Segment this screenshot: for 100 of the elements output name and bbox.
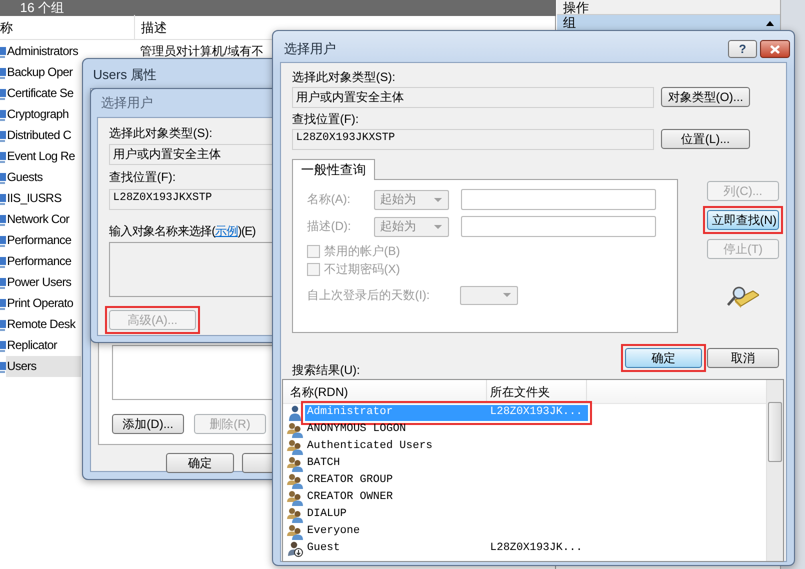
result-row[interactable]: CREATOR GROUP bbox=[305, 472, 588, 488]
field-label: 输入对象名称来选择(示例)(E) bbox=[109, 224, 256, 238]
magnifier-icon bbox=[727, 286, 759, 308]
group-icon bbox=[0, 150, 6, 164]
query-input[interactable] bbox=[461, 216, 656, 237]
group-name[interactable]: Print Operato bbox=[6, 293, 81, 314]
field-label: 查找位置(F): bbox=[292, 112, 360, 127]
field-label: 选择此对象类型(S): bbox=[292, 70, 396, 85]
group-name[interactable]: Remote Desk bbox=[6, 314, 81, 335]
group-icon bbox=[0, 128, 6, 142]
column-header[interactable]: 称 bbox=[0, 15, 135, 40]
group-icon bbox=[0, 212, 6, 226]
users-icon bbox=[287, 472, 303, 488]
caret-icon bbox=[434, 224, 442, 228]
section-title: 组 bbox=[563, 15, 576, 31]
group-name[interactable]: Event Log Re bbox=[6, 146, 81, 167]
actions-section[interactable]: 组 bbox=[557, 15, 780, 31]
group-icon bbox=[0, 276, 6, 290]
group-icon bbox=[0, 108, 6, 122]
result-name: Everyone bbox=[306, 524, 361, 538]
result-row[interactable]: BATCH bbox=[305, 456, 588, 472]
users-icon bbox=[287, 506, 303, 522]
result-name: Guest bbox=[306, 542, 342, 556]
result-folder: L28Z0X193JK... bbox=[490, 542, 582, 556]
location-field: L28Z0X193JKXSTP bbox=[292, 129, 654, 150]
result-row[interactable]: ANONYMOUS LOGON bbox=[305, 422, 588, 438]
help-button[interactable]: ? bbox=[728, 40, 757, 58]
group-name[interactable]: Distributed C bbox=[6, 125, 81, 146]
group-name[interactable]: IIS_IUSRS bbox=[6, 188, 81, 209]
ok-button[interactable]: 确定 bbox=[625, 348, 702, 368]
result-row[interactable]: Authenticated Users bbox=[305, 438, 588, 454]
users-icon bbox=[287, 422, 303, 438]
locations-button[interactable]: 位置(L)... bbox=[661, 129, 750, 149]
close-button[interactable] bbox=[760, 40, 790, 58]
search-button[interactable]: 立即查找(N) bbox=[707, 210, 779, 230]
result-name: Authenticated Users bbox=[306, 440, 434, 454]
results-label: 搜索结果(U): bbox=[292, 362, 360, 377]
users-icon bbox=[287, 438, 303, 454]
toolbar-text: 16 个组 bbox=[20, 0, 64, 15]
column-header[interactable]: 描述 bbox=[135, 15, 167, 40]
days-select[interactable] bbox=[460, 286, 518, 305]
group-name[interactable]: Cryptograph bbox=[6, 104, 81, 125]
group-icon bbox=[0, 170, 6, 184]
window-title: Users 属性 bbox=[93, 67, 157, 83]
dialog-button[interactable]: 添加(D)... bbox=[112, 414, 184, 434]
caret-icon bbox=[434, 198, 442, 202]
field-label: 选择此对象类型(S): bbox=[109, 126, 214, 140]
group-icon bbox=[0, 254, 6, 268]
select-value: 起始为 bbox=[380, 219, 416, 234]
object-types-button[interactable]: 对象类型(O)... bbox=[661, 87, 750, 107]
result-row[interactable]: DIALUP bbox=[305, 506, 588, 522]
group-name[interactable]: Network Cor bbox=[6, 209, 81, 230]
users-icon bbox=[287, 490, 303, 506]
users-icon bbox=[287, 524, 303, 540]
result-name: DIALUP bbox=[306, 508, 348, 522]
query-label: 描述(D): bbox=[307, 219, 352, 234]
result-row[interactable]: CREATOR OWNER bbox=[305, 490, 588, 506]
group-icon bbox=[0, 66, 6, 80]
group-name[interactable]: Replicator bbox=[6, 335, 81, 356]
result-row[interactable]: Everyone bbox=[305, 524, 588, 540]
caret-icon bbox=[503, 293, 511, 298]
window-title: 选择用户 bbox=[284, 41, 336, 57]
tab[interactable]: 一般性查询 bbox=[292, 159, 375, 180]
result-name: ANONYMOUS LOGON bbox=[306, 422, 408, 436]
group-name[interactable]: Users bbox=[6, 356, 81, 377]
close-icon bbox=[770, 44, 780, 54]
group-name[interactable]: Performance bbox=[6, 251, 81, 272]
group-icon bbox=[0, 318, 6, 332]
group-name[interactable]: Guests bbox=[6, 167, 81, 188]
users-icon bbox=[287, 456, 303, 472]
checkbox[interactable] bbox=[307, 263, 320, 276]
object-type-field: 用户或内置安全主体 bbox=[109, 144, 272, 166]
checkbox-label: 不过期密码(X) bbox=[324, 262, 400, 277]
example-link[interactable]: 示例 bbox=[215, 224, 238, 238]
field-label: 查找位置(F): bbox=[109, 170, 177, 185]
group-icon bbox=[0, 296, 6, 310]
group-icon bbox=[0, 338, 6, 352]
group-name[interactable]: Power Users bbox=[6, 272, 81, 293]
ok-button[interactable]: 确定 bbox=[166, 453, 234, 473]
user-arrow-icon bbox=[287, 540, 303, 556]
query-input[interactable] bbox=[461, 189, 656, 210]
user-icon bbox=[287, 404, 303, 420]
select-value: 起始为 bbox=[380, 192, 416, 207]
checkbox[interactable] bbox=[307, 244, 320, 258]
cancel-button[interactable]: 取消 bbox=[707, 348, 779, 368]
result-name: CREATOR GROUP bbox=[306, 474, 394, 488]
result-name: CREATOR OWNER bbox=[306, 490, 394, 504]
group-icon bbox=[0, 234, 6, 248]
group-name[interactable]: Backup Oper bbox=[6, 62, 81, 83]
result-row[interactable]: Guest L28Z0X193JK... bbox=[305, 540, 588, 556]
result-folder: L28Z0X193JK... bbox=[490, 406, 582, 420]
checkbox-label: 禁用的帐户(B) bbox=[324, 244, 400, 258]
query-label: 名称(A): bbox=[307, 192, 352, 207]
group-name[interactable]: Performance bbox=[6, 230, 81, 251]
result-name: BATCH bbox=[306, 456, 342, 470]
group-icon bbox=[0, 44, 6, 58]
group-name[interactable]: Administrators bbox=[6, 41, 81, 62]
group-description: 管理员对计算机/域有不 bbox=[140, 44, 264, 59]
actions-header: 操作 bbox=[557, 0, 780, 15]
group-name[interactable]: Certificate Se bbox=[6, 83, 81, 104]
